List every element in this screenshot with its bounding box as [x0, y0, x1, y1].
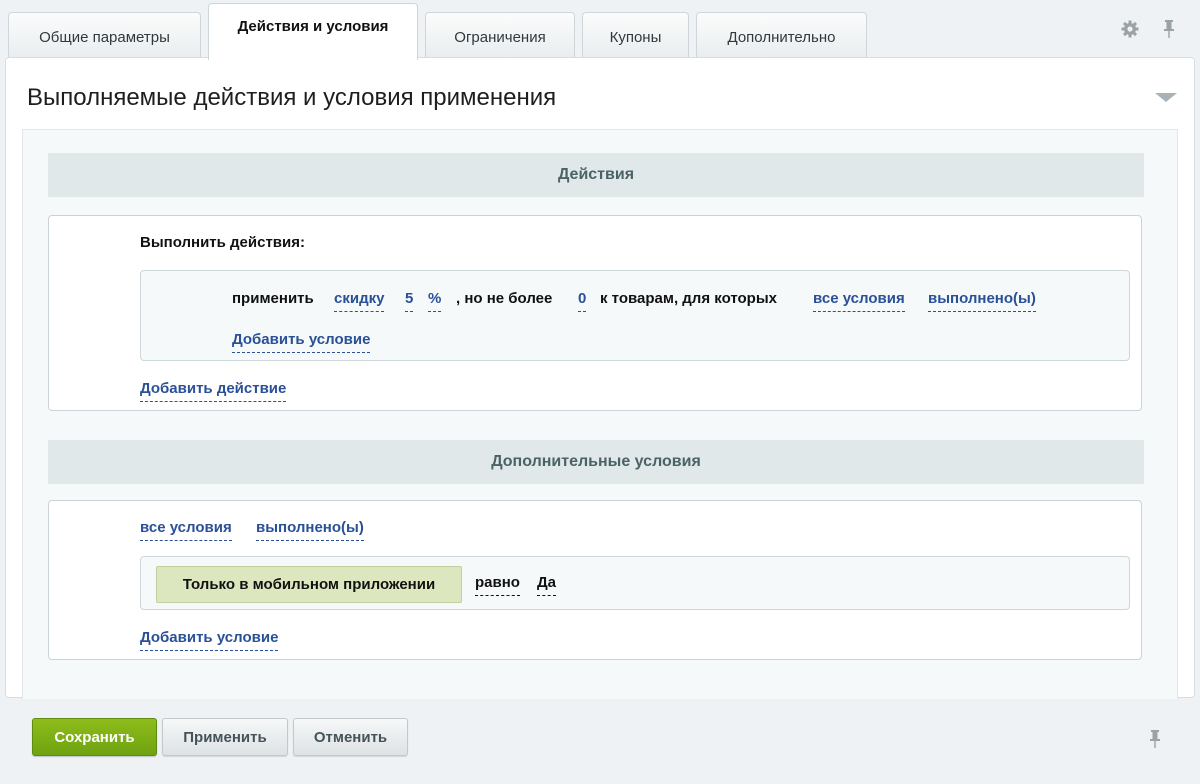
- save-button[interactable]: Сохранить: [32, 718, 157, 756]
- extra-conditions-section-header: Дополнительные условия: [48, 440, 1144, 484]
- rule-no-more-than-text: , но не более: [456, 290, 553, 307]
- discount-amount-field[interactable]: 5: [405, 290, 414, 312]
- tab-restrictions[interactable]: Ограничения: [425, 12, 575, 58]
- condition-operator-dropdown[interactable]: равно: [475, 574, 520, 596]
- triangle-down-icon[interactable]: [1155, 93, 1177, 102]
- add-extra-condition-link[interactable]: Добавить условие: [140, 629, 279, 651]
- extra-conditions-state-dropdown[interactable]: выполнено(ы): [256, 519, 364, 541]
- add-rule-condition-link[interactable]: Добавить условие: [232, 331, 371, 353]
- condition-name-label[interactable]: Только в мобильном приложении: [156, 566, 462, 603]
- actions-section-header: Действия: [48, 153, 1144, 197]
- condition-value-dropdown[interactable]: Да: [537, 574, 557, 596]
- tab-coupons[interactable]: Купоны: [582, 12, 689, 58]
- extra-conditions-mode-dropdown[interactable]: все условия: [140, 519, 232, 541]
- discount-type-dropdown[interactable]: скидку: [334, 290, 385, 312]
- add-action-link[interactable]: Добавить действие: [140, 380, 287, 402]
- tab-general[interactable]: Общие параметры: [8, 12, 201, 58]
- footer-pin-icon[interactable]: [1145, 728, 1165, 750]
- gear-icon[interactable]: [1120, 18, 1140, 40]
- tab-actions-conditions[interactable]: Действия и условия: [208, 3, 418, 60]
- rule-conditions-state-dropdown[interactable]: выполнено(ы): [928, 290, 1036, 312]
- tab-bar: Общие параметры Действия и условия Огран…: [0, 0, 1200, 60]
- actions-label: Выполнить действия:: [140, 234, 305, 251]
- discount-unit-dropdown[interactable]: %: [428, 290, 442, 312]
- discount-limit-field[interactable]: 0: [578, 290, 587, 312]
- rule-apply-text: применить: [232, 290, 314, 307]
- rule-to-items-text: к товарам, для которых: [600, 290, 777, 307]
- cancel-button[interactable]: Отменить: [293, 718, 408, 756]
- apply-button[interactable]: Применить: [162, 718, 288, 756]
- tab-additional[interactable]: Дополнительно: [696, 12, 867, 58]
- rule-conditions-mode-dropdown[interactable]: все условия: [813, 290, 905, 312]
- pin-icon[interactable]: [1159, 18, 1179, 40]
- page-title: Выполняемые действия и условия применени…: [27, 84, 557, 111]
